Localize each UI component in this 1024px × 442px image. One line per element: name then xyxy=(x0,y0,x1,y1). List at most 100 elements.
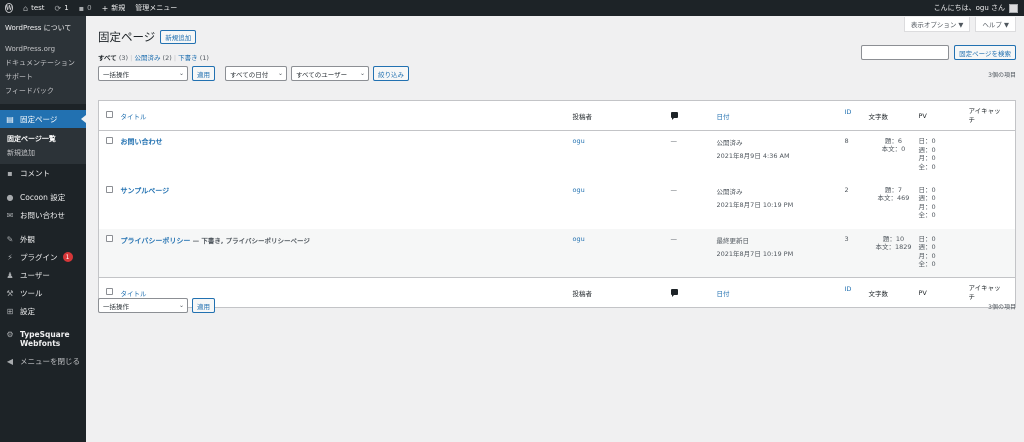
title-word-count: 題：6 xyxy=(884,137,903,145)
bulk-action-select[interactable]: 一括操作 ⌄ xyxy=(98,298,188,313)
author-link[interactable]: ogu xyxy=(573,137,585,145)
row-checkbox[interactable] xyxy=(106,137,113,144)
row-checkbox[interactable] xyxy=(106,234,113,242)
settings-icon: ⊞ xyxy=(6,306,14,316)
wordpress-logo-menu[interactable]: W xyxy=(0,0,18,16)
sidebar-item-label: 設定 xyxy=(20,306,35,316)
pv-week: 週：0 xyxy=(918,243,936,251)
comment-icon[interactable] xyxy=(670,288,678,297)
select-all-checkbox[interactable] xyxy=(106,111,113,118)
row-title-link[interactable]: サンプルページ xyxy=(121,187,170,195)
author-link[interactable]: ogu xyxy=(573,235,585,243)
avatar xyxy=(1009,3,1018,13)
collapse-menu-button[interactable]: ◀ メニューを閉じる xyxy=(0,352,86,370)
admin-menu-label: 管理メニュー xyxy=(135,4,178,12)
new-content-menu[interactable]: + 新規 xyxy=(97,0,131,16)
user-filter-select[interactable]: すべてのユーザー ⌄ xyxy=(291,66,369,81)
comments-count: 0 xyxy=(87,4,92,12)
chevron-down-icon: ⌄ xyxy=(178,302,184,309)
pages-icon: ▤ xyxy=(6,114,14,124)
wrench-icon: ⚒ xyxy=(6,288,14,298)
date-filter-select[interactable]: すべての日付 ⌄ xyxy=(225,66,287,81)
comments-count: — xyxy=(670,137,678,145)
search-pages-button[interactable]: 固定ページを検索 xyxy=(954,45,1016,60)
separator: | xyxy=(130,54,133,62)
sidebar-item-label: プラグイン xyxy=(20,252,58,262)
brush-icon: ✎ xyxy=(6,234,14,244)
sidebar-item-appearance[interactable]: ✎ 外観 xyxy=(0,230,86,248)
select-all-checkbox[interactable] xyxy=(106,288,113,295)
sidebar-item-add-new-page[interactable]: 新規追加 xyxy=(0,146,86,160)
add-new-page-button[interactable]: 新規追加 xyxy=(160,30,197,44)
sidebar-item-contact[interactable]: ✉ お問い合わせ xyxy=(0,206,86,224)
row-checkbox[interactable] xyxy=(106,185,113,193)
date-value: 2021年8月7日 10:19 PM xyxy=(716,249,794,258)
plus-icon: + xyxy=(101,3,109,13)
pages-submenu: 固定ページ一覧 新規追加 xyxy=(0,128,86,164)
user-icon: ♟ xyxy=(6,270,14,280)
column-id[interactable]: ID xyxy=(845,285,852,293)
help-button[interactable]: ヘルプ ▼ xyxy=(975,17,1016,32)
filter-button[interactable]: 絞り込み xyxy=(373,66,409,81)
screen-options-button[interactable]: 表示オプション ▼ xyxy=(903,17,971,32)
sidebar-item-tools[interactable]: ⚒ ツール xyxy=(0,284,86,302)
new-label: 新規 xyxy=(111,4,126,12)
sidebar-item-pages[interactable]: ▤ 固定ページ xyxy=(0,110,86,128)
row-title-link[interactable]: プライバシーポリシー xyxy=(121,237,191,245)
gear-icon: ⚙ xyxy=(6,330,14,339)
plugin-icon: ⚡ xyxy=(7,252,13,262)
row-title-link[interactable]: お問い合わせ xyxy=(121,138,163,146)
updates-menu[interactable]: ⟳ 1 xyxy=(50,0,74,16)
collapse-label: メニューを閉じる xyxy=(20,356,80,366)
wordpress-org-link[interactable]: WordPress.org xyxy=(5,42,81,56)
admin-bar: W ⌂ test ⟳ 1 ▪ 0 + 新規 管理メニュー こんにちは、ogu さ… xyxy=(0,0,1024,16)
updates-count: 1 xyxy=(64,4,69,12)
page-title: 固定ページ xyxy=(98,30,156,44)
date-status: 公開済み xyxy=(716,187,743,196)
mail-icon: ✉ xyxy=(6,210,14,220)
pv-month: 月：0 xyxy=(918,154,936,162)
body-word-count: 本文：1829 xyxy=(875,242,912,251)
admin-menu-link[interactable]: 管理メニュー xyxy=(130,0,182,16)
admin-sidebar: WordPress について WordPress.org ドキュメンテーション … xyxy=(0,16,86,442)
filter-draft[interactable]: 下書き xyxy=(178,54,198,62)
column-title[interactable]: タイトル xyxy=(121,113,147,121)
sidebar-item-users[interactable]: ♟ ユーザー xyxy=(0,266,86,284)
sidebar-item-all-pages[interactable]: 固定ページ一覧 xyxy=(0,132,86,146)
about-wordpress-link[interactable]: WordPress について xyxy=(0,20,86,40)
comments-menu[interactable]: ▪ 0 xyxy=(74,0,97,16)
column-id[interactable]: ID xyxy=(845,108,852,116)
documentation-link[interactable]: ドキュメンテーション xyxy=(5,56,81,70)
bulk-action-value: 一括操作 xyxy=(103,70,129,79)
table-footer-row: タイトル 投稿者 日付 ID 文字数 PV アイキャッチ xyxy=(98,277,1016,308)
filter-published[interactable]: 公開済み xyxy=(134,54,160,62)
my-account-menu[interactable]: こんにちは、ogu さん xyxy=(934,3,1024,13)
sidebar-item-cocoon[interactable]: ● Cocoon 設定 xyxy=(0,188,86,206)
bulk-action-select[interactable]: 一括操作 ⌄ xyxy=(98,66,188,81)
pv-week: 週：0 xyxy=(918,145,936,154)
apply-button[interactable]: 適用 xyxy=(192,298,215,313)
pv-total: 全：0 xyxy=(918,162,936,171)
home-icon: ⌂ xyxy=(23,3,29,13)
wordpress-icon: W xyxy=(4,3,14,13)
comment-icon[interactable] xyxy=(670,111,678,120)
support-link[interactable]: サポート xyxy=(5,70,81,84)
author-link[interactable]: ogu xyxy=(573,186,585,194)
apply-button[interactable]: 適用 xyxy=(192,66,215,81)
feedback-link[interactable]: フィードバック xyxy=(5,84,81,98)
sidebar-item-comments[interactable]: ▪ コメント xyxy=(0,164,86,182)
column-date[interactable]: 日付 xyxy=(717,113,730,121)
search-box: 固定ページを検索 xyxy=(861,45,1016,60)
column-word-count: 文字数 xyxy=(868,112,889,121)
sidebar-item-plugins[interactable]: ⚡ プラグイン 1 xyxy=(0,248,86,266)
search-input[interactable] xyxy=(861,45,950,60)
sidebar-item-settings[interactable]: ⊞ 設定 xyxy=(0,302,86,320)
sidebar-item-typesquare[interactable]: ⚙ TypeSquare Webfonts xyxy=(0,326,86,352)
column-title[interactable]: タイトル xyxy=(121,290,147,298)
site-name-menu[interactable]: ⌂ test xyxy=(18,0,50,16)
column-date[interactable]: 日付 xyxy=(717,290,730,298)
filter-all[interactable]: すべて xyxy=(98,54,117,62)
user-filter-value: すべてのユーザー xyxy=(296,70,348,79)
post-state: — 下書き, プライバシーポリシーページ xyxy=(190,236,310,245)
column-author: 投稿者 xyxy=(572,289,593,298)
